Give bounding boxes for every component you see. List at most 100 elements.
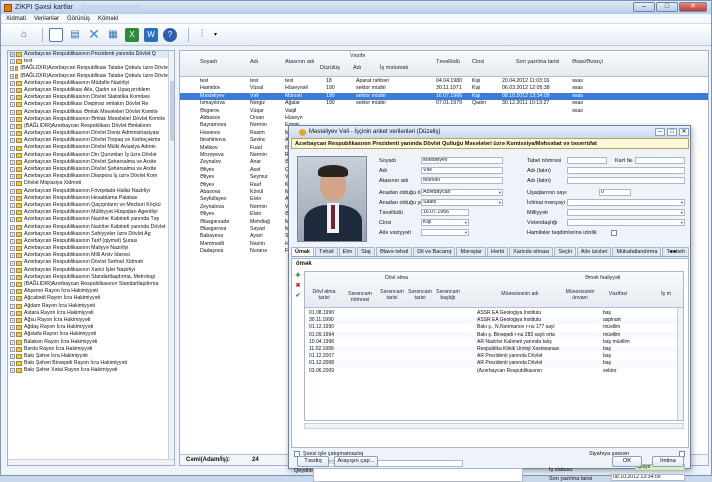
dialog-close-button[interactable]: ✕ xyxy=(679,128,689,136)
expand-icon[interactable]: + xyxy=(10,73,15,79)
expand-icon[interactable]: + xyxy=(10,296,15,302)
surname-field[interactable]: Məstəliyev xyxy=(421,157,503,164)
tree-node[interactable]: + (BAĞLIDIR)Azərbaycan Respublikası Dövlə… xyxy=(8,123,174,130)
disabled-checkbox[interactable] xyxy=(611,230,617,236)
expand-icon[interactable]: + xyxy=(10,310,15,316)
expand-icon[interactable]: + xyxy=(10,224,15,230)
born-country-select[interactable]: Azərbaycan ▾ xyxy=(421,189,503,196)
tab-scroll-icon[interactable]: ◂ ▸ xyxy=(669,248,677,255)
tree-node[interactable]: + Azərbaycan Respublikasının Nazirlər Kab… xyxy=(8,224,174,231)
menu-item-view[interactable]: Görünüş xyxy=(67,16,90,22)
tree-node[interactable]: + Azərbaycan Respublikasının Səhiyyələr ü… xyxy=(8,231,174,238)
work-row[interactable]: 30.11.1990 ASSR EA Geologiya İnstitutu asp… xyxy=(305,317,679,325)
tree-node[interactable]: + (BAĞLIDIR)Azərbaycan Respublikası Talab… xyxy=(8,73,174,80)
citizenship-select[interactable]: ▾ xyxy=(567,219,685,226)
col-job-info[interactable]: İş məlumatı xyxy=(380,65,408,71)
tree-node[interactable]: + Azərbaycan Respublikasının Dövlət Mülki… xyxy=(8,144,174,151)
tree-scrollbar[interactable] xyxy=(168,51,174,465)
table-row[interactable]: Hamidov Vüsal Hüseynəli 190 sektor müdiri 30.… xyxy=(180,85,708,92)
expand-icon[interactable]: + xyxy=(10,174,15,180)
expand-icon[interactable]: + xyxy=(10,353,15,359)
work-row[interactable]: 03.06.2009 (Azərbaycan Respublikasının sek… xyxy=(305,368,679,375)
expand-icon[interactable]: + xyxy=(10,116,15,122)
menu-item-help[interactable]: Köməkl xyxy=(98,16,118,22)
birth-field[interactable]: 16.07.1966 xyxy=(421,209,469,216)
expand-icon[interactable]: + xyxy=(10,231,15,237)
tree-node[interactable]: + (BAĞLIDIR)Azərbaycan Respublikası Talab… xyxy=(8,65,174,72)
children-field[interactable]: 0 xyxy=(599,189,631,196)
ok-button[interactable]: OK xyxy=(612,456,642,467)
col-father[interactable]: Atasının adı xyxy=(285,59,314,65)
expand-icon[interactable]: + xyxy=(10,95,15,101)
remove-row-icon[interactable]: ✖ xyxy=(295,283,301,289)
tab[interactable]: Xaricdə olması xyxy=(509,247,554,256)
expand-icon[interactable]: + xyxy=(10,368,15,374)
tree-node[interactable]: + Ağcabədi Rayon İcra Hakimiyyəti xyxy=(8,295,174,302)
col-unit[interactable]: Düzülüş xyxy=(320,65,340,71)
work-row[interactable]: 01.12.1990 Bakı ş., N.Nərimanov r-nu 177 … xyxy=(305,324,679,331)
tab[interactable]: Təhsil xyxy=(314,247,338,256)
tree-node[interactable]: + Azərbaycan Respublikasının Dövlət Dəniz… xyxy=(8,130,174,137)
work-row[interactable]: 10.04.1998 AR Nazirlər Kabineti yanında t… xyxy=(305,339,679,346)
expand-icon[interactable]: + xyxy=(10,181,15,187)
tree-node[interactable]: + Ağdam Rayon İcra Hakimiyyəti xyxy=(8,303,174,310)
tree-node[interactable]: + Azərbaycan Respublikasının Dövlət Sərhə… xyxy=(8,259,174,266)
tree-node[interactable]: + Azərbaycan Respublikasının Xarici İşlər… xyxy=(8,267,174,274)
col-order-date[interactable]: Sərəncam tarixi xyxy=(379,289,405,301)
expand-icon[interactable]: + xyxy=(10,282,15,288)
work-row[interactable]: 11.02.1999 Respublika Klinik Uroloji Xəst… xyxy=(305,346,679,353)
expand-icon[interactable]: + xyxy=(10,332,15,338)
tree-node[interactable]: + Azərbaycan Respublikasının Din Qurumlar… xyxy=(8,152,174,159)
expand-icon[interactable]: + xyxy=(10,167,15,173)
filter-icon[interactable]: ⫶ xyxy=(195,28,209,42)
expand-icon[interactable]: + xyxy=(10,339,15,345)
tab[interactable]: Əlavə təhsil xyxy=(375,247,413,256)
notes-field[interactable] xyxy=(313,468,523,482)
expand-icon[interactable]: + xyxy=(10,267,15,273)
doc-icon[interactable]: ▦ xyxy=(106,28,120,42)
help-icon[interactable]: ? xyxy=(163,27,177,42)
social-select[interactable]: ▾ xyxy=(567,199,685,206)
close-button[interactable]: ✕ xyxy=(679,2,707,12)
tab[interactable]: Hərbi xyxy=(486,247,509,256)
tree-node[interactable]: + Ağstafa Rayon İcra Hakimiyyəti xyxy=(8,331,174,338)
expand-icon[interactable]: + xyxy=(10,303,15,309)
col-job-extra[interactable]: İş m xyxy=(651,291,681,298)
col-name[interactable]: Adı xyxy=(250,59,258,65)
expand-icon[interactable]: + xyxy=(10,123,15,129)
expand-icon[interactable]: + xyxy=(10,274,15,280)
tree-node[interactable]: + Azərbaycan Respublikasının Müdafiə Nazi… xyxy=(8,80,174,87)
tree-hscrollbar[interactable] xyxy=(8,459,174,465)
expand-icon[interactable]: + xyxy=(10,66,15,72)
tree-node[interactable]: + Balakən Rayon İcra Hakimiyyəti xyxy=(8,339,174,346)
col-last-save[interactable]: Son yazılma tarixi xyxy=(516,59,559,65)
tree-node[interactable]: + Azərbaycan Respublikasının Qaçqınların … xyxy=(8,202,174,209)
expand-icon[interactable]: + xyxy=(10,203,15,209)
expand-icon[interactable]: + xyxy=(10,260,15,266)
tree-node[interactable]: + Azərbaycan Respublikasının Milli Arxiv … xyxy=(8,252,174,259)
word-icon[interactable]: W xyxy=(144,27,158,42)
tree-node[interactable]: + Azərbaycan Respublikasının Hesablama Pa… xyxy=(8,195,174,202)
expand-icon[interactable]: + xyxy=(10,289,15,295)
work-row[interactable]: 01.08.1990 ASSR EA Geologiya İnstitutu baş xyxy=(305,310,679,317)
expand-icon[interactable]: + xyxy=(10,52,15,58)
table-row[interactable]: Məstəliyev Vəli Mürsəli 190 sektor müdiri 16.… xyxy=(180,92,708,100)
tree-node[interactable]: + Azərbaycan Respublikasının Diaspora İş … xyxy=(8,173,174,180)
add-row-icon[interactable]: ✚ xyxy=(295,273,301,279)
tree-node[interactable]: + Azərbaycan Respublikası Əmlak Məsələlər… xyxy=(8,109,174,116)
menu-item-service[interactable]: Xidmati xyxy=(6,16,26,22)
menu-item-data[interactable]: Verilənlər xyxy=(34,16,59,22)
dialog-maximize-button[interactable]: □ xyxy=(667,128,677,136)
tree-node[interactable]: + Azərbaycan Respublikasının Tarif (qiymə… xyxy=(8,238,174,245)
tree-node[interactable]: + Bakı Şəhər İcra Hakimiyyəti xyxy=(8,353,174,360)
expand-icon[interactable]: + xyxy=(10,131,15,137)
tabel-field[interactable] xyxy=(567,157,607,164)
maximize-button[interactable]: □ xyxy=(656,2,678,12)
table-row[interactable]: Abbasov Orxan Hüseyn xyxy=(180,115,708,122)
tree-node[interactable]: + Azərbaycan Respublikasının Əmlak Məsələ… xyxy=(8,116,174,123)
work-table-hscrollbar[interactable] xyxy=(304,423,684,429)
tree-node[interactable]: + Azərbaycan Respublikasının Nazirlər Kab… xyxy=(8,216,174,223)
tab[interactable]: Mükafatlandırma xyxy=(612,247,662,256)
col-job-title[interactable]: Vəzifəsi xyxy=(601,291,635,298)
col-institution[interactable]: Müəssisənin adı xyxy=(475,291,565,298)
